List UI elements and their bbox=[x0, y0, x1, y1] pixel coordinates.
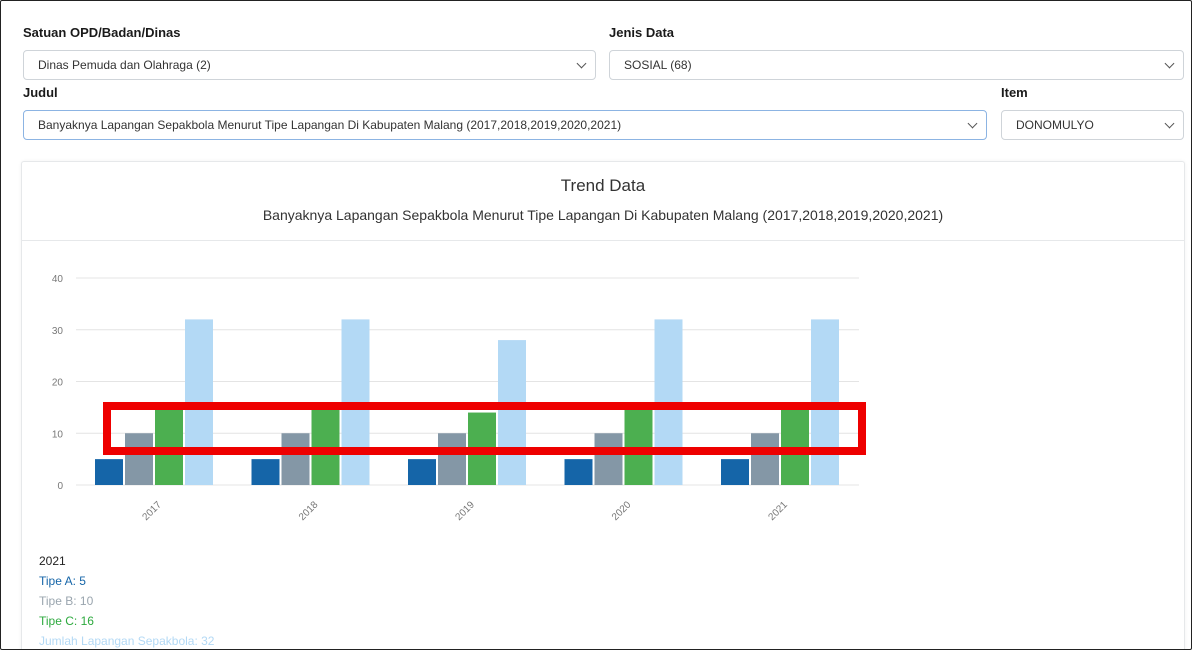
satuan-select-value: Dinas Pemuda dan Olahraga (2) bbox=[38, 58, 211, 72]
item-label: Item bbox=[1001, 85, 1028, 100]
card-header: Trend Data Banyaknya Lapangan Sepakbola … bbox=[22, 162, 1184, 241]
judul-select-value: Banyaknya Lapangan Sepakbola Menurut Tip… bbox=[38, 118, 622, 132]
jenis-label: Jenis Data bbox=[609, 25, 675, 40]
tooltip-line: Tipe C: 16 bbox=[39, 614, 94, 628]
tooltip-line: Jumlah Lapangan Sepakbola: 32 bbox=[39, 634, 215, 648]
tooltip-lines: Tipe A: 5 Tipe B: 10 Tipe C: 16 Jumlah Lapa… bbox=[39, 571, 215, 649]
jenis-select[interactable]: SOSIAL (68) bbox=[609, 50, 1184, 80]
judul-label: Judul bbox=[23, 85, 58, 100]
chevron-down-icon bbox=[576, 58, 587, 69]
satuan-select[interactable]: Dinas Pemuda dan Olahraga (2) bbox=[23, 50, 596, 80]
jenis-select-value: SOSIAL (68) bbox=[624, 58, 692, 72]
chevron-down-icon bbox=[1164, 118, 1175, 129]
tooltip-line: Tipe B: 10 bbox=[39, 594, 94, 608]
page-frame: Satuan OPD/Badan/Dinas Dinas Pemuda dan … bbox=[0, 0, 1192, 650]
item-select-value: DONOMULYO bbox=[1016, 118, 1094, 132]
tooltip-title: 2021 bbox=[39, 554, 66, 568]
chart-tooltip: 2021 Tipe A: 5 Tipe B: 10 Tipe C: 16 Jumlah… bbox=[39, 551, 215, 649]
item-select[interactable]: DONOMULYO bbox=[1001, 110, 1184, 140]
chevron-down-icon bbox=[967, 118, 978, 129]
satuan-label: Satuan OPD/Badan/Dinas bbox=[23, 25, 181, 40]
tooltip-line: Tipe A: 5 bbox=[39, 574, 86, 588]
judul-select[interactable]: Banyaknya Lapangan Sepakbola Menurut Tip… bbox=[23, 110, 987, 140]
card-title: Trend Data bbox=[560, 176, 646, 195]
chevron-down-icon bbox=[1164, 58, 1175, 69]
card-subtitle: Banyaknya Lapangan Sepakbola Menurut Tip… bbox=[262, 207, 944, 223]
